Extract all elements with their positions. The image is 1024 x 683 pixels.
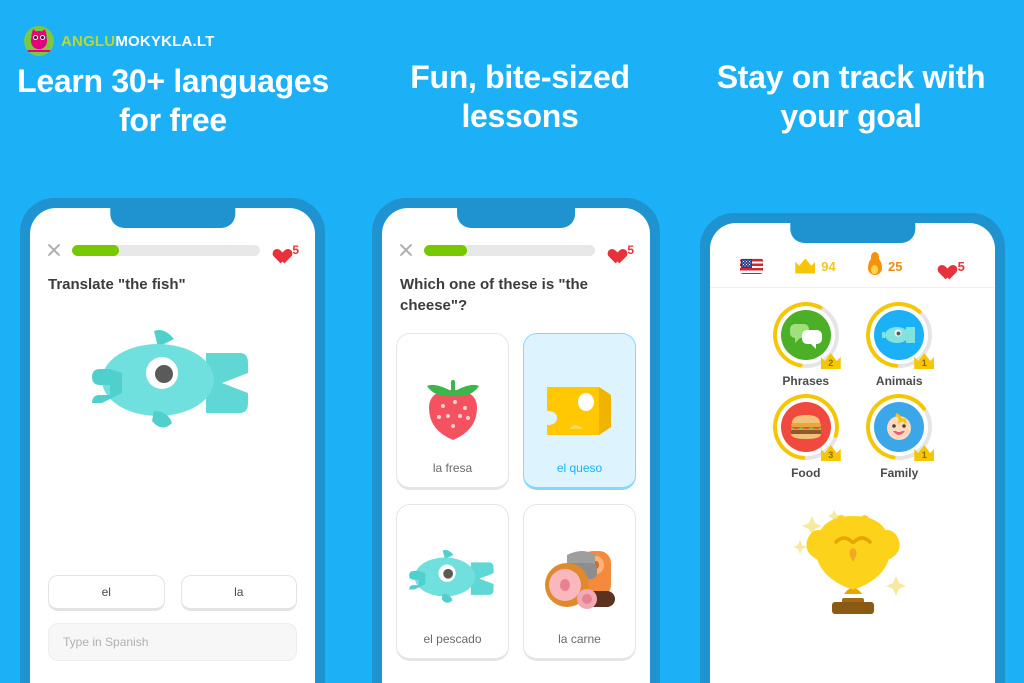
- phone-notch: [109, 208, 236, 228]
- streak-stat[interactable]: 25: [867, 252, 903, 275]
- phone3-screen: 94 25 5 2 Phrases 1 Animais 3 Food 1 Fam…: [710, 223, 995, 683]
- answer-card-label: el pescado: [423, 631, 482, 646]
- phone2-screen: 5 Which one of these is "the cheese"? la…: [382, 208, 650, 683]
- close-icon[interactable]: [46, 242, 62, 258]
- us-flag-icon: [740, 258, 764, 274]
- hearts-count: 5: [627, 243, 634, 257]
- skill-disc: [780, 402, 831, 452]
- phone-notch: [789, 223, 916, 243]
- heart-icon: [270, 242, 287, 258]
- headline-3: Stay on track with your goal: [716, 59, 986, 135]
- heart-icon: [935, 258, 952, 274]
- fish-illustration: [407, 523, 499, 632]
- answer-card-label: la fresa: [432, 460, 473, 475]
- skill-label: Food: [791, 466, 821, 480]
- strawberry-illustration: [415, 352, 491, 461]
- skill-disc: [780, 310, 831, 360]
- answer-card-fresa[interactable]: la fresa: [396, 332, 509, 490]
- crown-stat[interactable]: 94: [795, 258, 836, 274]
- skill-label: Animais: [875, 374, 923, 388]
- crown-icon: [795, 258, 816, 274]
- hearts-count: 5: [957, 258, 965, 274]
- phone1-screen: 5 Translate "the fish" el la Type in Spa…: [30, 208, 315, 683]
- progress-bar: [72, 244, 261, 256]
- close-icon[interactable]: [398, 242, 414, 258]
- heart-icon: [605, 242, 622, 258]
- answer-card-grid: la fresa el queso el pescado la carne: [382, 317, 650, 661]
- headline-2: Fun, bite-sized lessons: [410, 59, 630, 135]
- brand-name-part1: ANGLU: [61, 32, 116, 50]
- hearts-indicator[interactable]: 5: [270, 242, 299, 258]
- flame-icon: [867, 252, 882, 275]
- word-button-1[interactable]: la: [180, 575, 297, 611]
- skill-ring: 1: [866, 394, 935, 461]
- answer-card-queso[interactable]: el queso: [523, 332, 636, 490]
- skill-ring: 3: [772, 394, 841, 461]
- owl-icon: [24, 26, 54, 56]
- phone-mockup-multiple-choice: 5 Which one of these is "the cheese"? la…: [372, 198, 660, 683]
- brand-logo[interactable]: ANGLUMOKYKLA.LT: [24, 26, 215, 56]
- brand-name-part2: MOKYKLA.LT: [115, 32, 215, 50]
- word-bank: el la: [48, 575, 297, 611]
- answer-card-label: el queso: [556, 460, 603, 475]
- skill-food[interactable]: 3 Food: [764, 394, 848, 480]
- skill-label: Phrases: [782, 374, 830, 388]
- hearts-indicator[interactable]: 5: [605, 242, 634, 258]
- answer-input[interactable]: Type in Spanish: [48, 623, 297, 661]
- fish-illustration: [30, 295, 315, 435]
- skill-ring: 2: [772, 302, 841, 369]
- skill-tree: 2 Phrases 1 Animais 3 Food 1 Family: [710, 288, 995, 480]
- question-prompt: Which one of these is "the cheese"?: [400, 276, 588, 315]
- answer-input-placeholder: Type in Spanish: [63, 635, 149, 649]
- crown-count: 94: [821, 258, 836, 274]
- streak-count: 25: [887, 258, 903, 274]
- cheese-illustration: [539, 352, 621, 461]
- skill-family[interactable]: 1 Family: [858, 394, 942, 480]
- meat-illustration: [537, 523, 623, 632]
- skill-phrases[interactable]: 2 Phrases: [764, 302, 848, 388]
- skill-label: Family: [880, 466, 919, 480]
- headline-1: Learn 30+ languages for free: [17, 63, 329, 139]
- phone-mockup-translate: 5 Translate "the fish" el la Type in Spa…: [20, 198, 325, 683]
- answer-card-label: la carne: [558, 631, 601, 646]
- skill-disc: [874, 310, 925, 360]
- word-button-0[interactable]: el: [48, 575, 165, 611]
- golden-owl-trophy-icon: [710, 480, 995, 618]
- phone-notch: [457, 208, 575, 228]
- skill-ring: 1: [866, 302, 935, 369]
- phone-mockup-home: 94 25 5 2 Phrases 1 Animais 3 Food 1 Fam…: [700, 213, 1005, 683]
- question-prompt: Translate "the fish": [48, 276, 186, 293]
- hearts-count: 5: [292, 243, 299, 257]
- skill-disc: [874, 402, 925, 452]
- answer-card-pescado[interactable]: el pescado: [396, 503, 509, 661]
- brand-name: ANGLUMOKYKLA.LT: [61, 33, 215, 50]
- language-selector[interactable]: [740, 258, 764, 274]
- hearts-stat[interactable]: 5: [935, 258, 965, 274]
- answer-card-carne[interactable]: la carne: [523, 503, 636, 661]
- progress-bar: [424, 244, 596, 256]
- skill-animais[interactable]: 1 Animais: [858, 302, 942, 388]
